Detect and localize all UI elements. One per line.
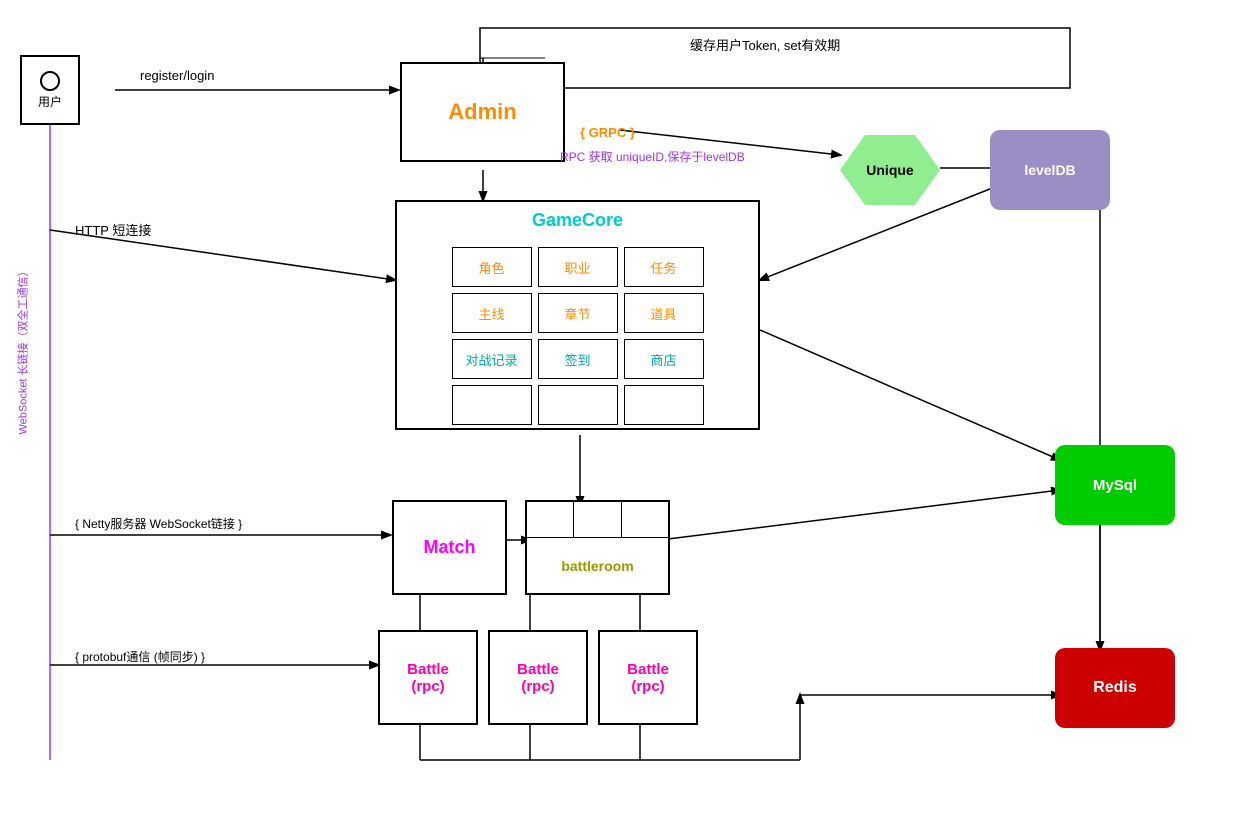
gc-role: 角色 — [452, 247, 532, 287]
gc-shop: 商店 — [624, 339, 704, 379]
unique-label: Unique — [866, 162, 913, 178]
user-label: 用户 — [38, 93, 62, 110]
cache-token-label: 缓存用户Token, set有效期 — [690, 35, 840, 54]
gamecore-grid: 角色 职业 任务 主线 章节 道具 对战记录 签到 商店 — [442, 237, 714, 435]
protobuf-label: { protobuf通信 (帧同步) } — [75, 648, 205, 665]
battleroom-box: battleroom — [525, 500, 670, 595]
netty-ws-label: { Netty服务器 WebSocket链接 } — [75, 515, 242, 532]
gc-signin: 签到 — [538, 339, 618, 379]
gamecore-box: GameCore 角色 职业 任务 主线 章节 道具 对战记录 签到 商店 — [395, 200, 760, 430]
battle3-label: Battle(rpc) — [627, 661, 669, 695]
gc-battle-record: 对战记录 — [452, 339, 532, 379]
admin-label: Admin — [448, 99, 516, 125]
battle1-box: Battle(rpc) — [378, 630, 478, 725]
gc-empty2 — [538, 385, 618, 425]
gc-empty3 — [624, 385, 704, 425]
mysql-label: MySql — [1093, 477, 1137, 494]
battle2-label: Battle(rpc) — [517, 661, 559, 695]
register-login-label: register/login — [140, 68, 214, 83]
unique-hex: Unique — [840, 135, 940, 205]
user-actor: 用户 — [20, 55, 80, 125]
mysql-box: MySql — [1055, 445, 1175, 525]
gc-task: 任务 — [624, 247, 704, 287]
battle3-box: Battle(rpc) — [598, 630, 698, 725]
gc-item: 道具 — [624, 293, 704, 333]
grpc-label: { GRPC } — [580, 125, 635, 140]
gc-job: 职业 — [538, 247, 618, 287]
redis-label: Redis — [1093, 679, 1137, 697]
battle1-label: Battle(rpc) — [407, 661, 449, 695]
match-box: Match — [392, 500, 507, 595]
redis-box: Redis — [1055, 648, 1175, 728]
match-label: Match — [423, 537, 475, 558]
leveldb-box: levelDB — [990, 130, 1110, 210]
gc-empty1 — [452, 385, 532, 425]
leveldb-label: levelDB — [1024, 162, 1075, 178]
gc-chapter: 章节 — [538, 293, 618, 333]
admin-box: Admin — [400, 62, 565, 162]
battleroom-label: battleroom — [561, 558, 633, 574]
diagram: 用户 register/login 缓存用户Token, set有效期 Admi… — [0, 0, 1247, 839]
websocket-label: WebSocket 长链接（双全工通信） — [8, 200, 38, 500]
battle2-box: Battle(rpc) — [488, 630, 588, 725]
rpc-label: RPC 获取 uniqueID,保存于levelDB — [560, 148, 745, 165]
gc-main: 主线 — [452, 293, 532, 333]
http-label: HTTP 短连接 — [75, 220, 151, 239]
gamecore-label: GameCore — [532, 210, 623, 231]
